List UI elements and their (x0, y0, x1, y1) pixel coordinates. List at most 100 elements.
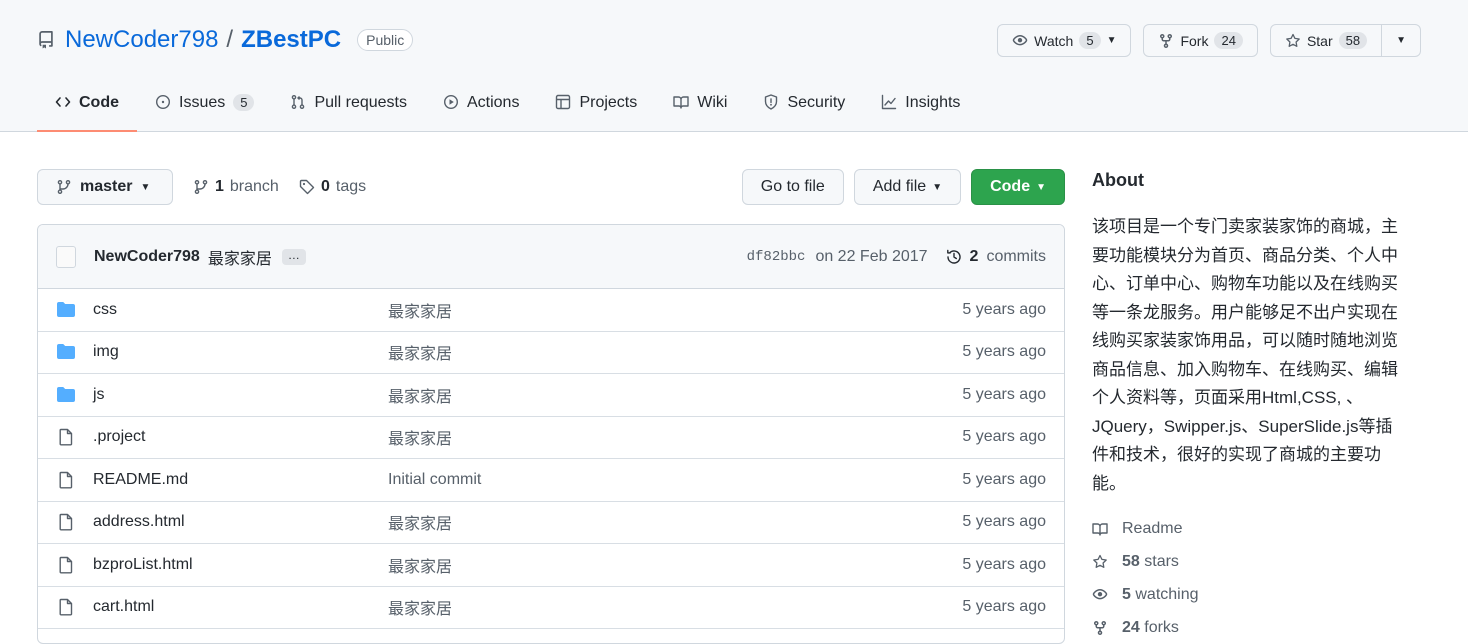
branches-link[interactable]: 1 branch (193, 169, 279, 205)
chevron-down-icon: ▼ (1036, 181, 1046, 193)
code-label: Code (990, 178, 1031, 195)
tab-label: Actions (466, 94, 520, 111)
repo-icon (39, 31, 53, 49)
file-name-link[interactable]: img (93, 343, 119, 361)
star-button-group: Star 58 ▼ (1269, 24, 1421, 57)
commit-date: on 22 Feb 2017 (815, 248, 928, 265)
stars-link[interactable]: 58 stars (1092, 545, 1432, 578)
tab-label: Issues (179, 94, 226, 111)
file-name-link[interactable]: css (93, 301, 117, 319)
file-name-link[interactable]: address.html (93, 513, 185, 531)
play-icon (443, 94, 458, 110)
forks-count: 24 (1122, 618, 1140, 636)
directory-row[interactable]: img 最家家居 5 years ago (38, 332, 1064, 374)
tab-label: Pull requests (314, 94, 407, 111)
tab-code[interactable]: Code (37, 86, 137, 132)
file-commit-message[interactable]: 最家家居 (388, 510, 452, 534)
avatar[interactable] (56, 245, 76, 268)
description-line: 等一条龙服务。用户能够足不出户实现在 (1092, 302, 1398, 322)
book-icon (673, 96, 689, 109)
tab-wiki[interactable]: Wiki (655, 86, 745, 132)
code-button[interactable]: Code ▼ (971, 169, 1065, 205)
about-heading: About (1092, 170, 1144, 190)
branch-label: branch (229, 178, 279, 195)
go-to-file-button[interactable]: Go to file (741, 169, 844, 205)
file-commit-message[interactable]: 最家家居 (388, 553, 452, 577)
watch-button[interactable]: Watch 5 ▼ (998, 25, 1130, 56)
repo-name-link[interactable]: ZBestPC (241, 26, 341, 54)
file-row[interactable]: cart.html 最家家居 5 years ago (38, 587, 1064, 629)
file-commit-message[interactable]: 最家家居 (388, 383, 452, 407)
file-name-link[interactable]: bzproList.html (93, 556, 193, 574)
tab-label: Wiki (697, 94, 728, 111)
commit-count[interactable]: 2 (970, 248, 979, 266)
file-row[interactable]: address.html 最家家居 5 years ago (38, 502, 1064, 544)
file-row[interactable]: .project 最家家居 5 years ago (38, 417, 1064, 459)
fork-button[interactable]: Fork 24 (1144, 25, 1256, 56)
file-commit-message[interactable]: Initial commit (388, 471, 481, 489)
star-button[interactable]: Star 58 (1271, 25, 1381, 56)
repo-description: 该项目是一个专门卖家装家饰的商城，主 要功能模块分为首页、商品分类、个人中 心、订单… (1092, 213, 1432, 498)
file-icon (59, 556, 73, 574)
commit-label[interactable]: commits (986, 248, 1046, 266)
fork-button-group: Fork 24 (1143, 24, 1258, 57)
directory-row[interactable]: css 最家家居 5 years ago (38, 289, 1064, 332)
star-list-dropdown[interactable]: ▼ (1381, 25, 1420, 56)
repo-owner-link[interactable]: NewCoder798 (65, 26, 218, 54)
readme-link[interactable]: Readme (1092, 512, 1432, 545)
commit-sha-link[interactable]: df82bbc (747, 249, 806, 265)
branch-icon (194, 179, 208, 194)
expand-commit-button[interactable]: … (281, 248, 306, 265)
file-commit-message[interactable]: 最家家居 (388, 425, 452, 449)
tab-actions[interactable]: Actions (425, 86, 537, 132)
tags-link[interactable]: 0 tags (299, 169, 366, 205)
about-sidebar: About 该项目是一个专门卖家装家饰的商城，主 要功能模块分为首页、商品分类、个… (1092, 170, 1432, 644)
directory-row[interactable]: js 最家家居 5 years ago (38, 374, 1064, 417)
file-age: 5 years ago (962, 555, 1046, 573)
fork-icon (1160, 33, 1173, 48)
file-age: 5 years ago (962, 343, 1046, 361)
commit-author-link[interactable]: NewCoder798 (94, 248, 200, 266)
tab-pull-requests[interactable]: Pull requests (272, 86, 425, 132)
tab-issues[interactable]: Issues 5 (137, 86, 272, 132)
tag-label: tags (335, 178, 367, 195)
watchers-link[interactable]: 5 watching (1092, 578, 1432, 611)
forks-link[interactable]: 24 forks (1092, 611, 1432, 644)
tab-insights[interactable]: Insights (863, 86, 978, 132)
file-commit-message[interactable]: 最家家居 (388, 298, 452, 322)
folder-icon (57, 301, 75, 317)
file-age: 5 years ago (962, 428, 1046, 446)
file-list: NewCoder798 最家家居 … df82bbc on 22 Feb 201… (37, 224, 1065, 644)
commit-message-link[interactable]: 最家家居 (208, 245, 272, 269)
description-line: 线购买家装家饰用品，可以随时随地浏览 (1092, 331, 1398, 350)
file-icon (59, 599, 73, 616)
file-actions: Go to file Add file ▼ Code ▼ (741, 169, 1065, 205)
star-icon (1093, 554, 1107, 568)
star-label: Star (1306, 32, 1333, 49)
forks-label: forks (1144, 618, 1179, 636)
file-age: 5 years ago (962, 385, 1046, 403)
add-file-button[interactable]: Add file ▼ (853, 169, 962, 205)
file-name-link[interactable]: .project (93, 428, 145, 446)
chevron-down-icon: ▼ (1106, 35, 1117, 46)
tab-label: Insights (905, 94, 961, 111)
issue-icon (155, 94, 171, 110)
file-age: 5 years ago (962, 470, 1046, 488)
file-icon (59, 514, 73, 531)
file-row[interactable]: README.md Initial commit 5 years ago (38, 459, 1064, 502)
file-commit-message[interactable]: 最家家居 (388, 595, 452, 619)
file-name-link[interactable]: js (93, 386, 105, 404)
branch-select-button[interactable]: master ▼ (37, 169, 173, 205)
tag-count: 0 (321, 178, 330, 195)
star-count: 58 (1338, 32, 1368, 49)
file-name-link[interactable]: cart.html (93, 598, 154, 616)
tab-projects[interactable]: Projects (537, 86, 655, 132)
about-links: Readme 58 stars 5 watching 24 forks (1092, 512, 1432, 644)
file-name-link[interactable]: README.md (93, 471, 188, 489)
history-icon (946, 249, 961, 264)
tab-security[interactable]: Security (745, 86, 863, 132)
file-row[interactable]: bzproList.html 最家家居 5 years ago (38, 544, 1064, 587)
file-commit-message[interactable]: 最家家居 (388, 340, 452, 364)
repo-nav-tabs: Code Issues 5 Pull requests Actions Proj… (37, 86, 978, 132)
file-age: 5 years ago (962, 513, 1046, 531)
